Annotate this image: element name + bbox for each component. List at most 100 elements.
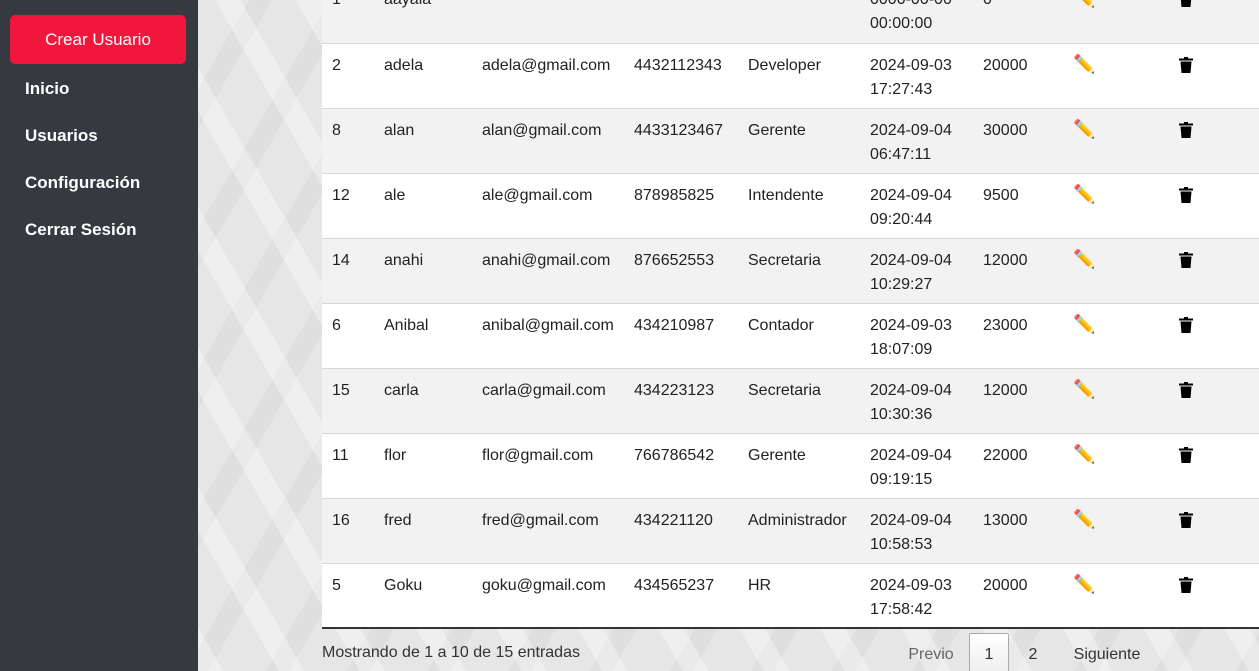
sidebar-item-usuarios[interactable]: Usuarios xyxy=(25,125,140,172)
cell-time: 09:20:44 xyxy=(870,210,933,228)
pencil-icon[interactable]: ✏️ xyxy=(1073,314,1095,334)
trash-icon[interactable] xyxy=(1179,316,1193,333)
cell-date: 2024-09-04 xyxy=(870,186,952,204)
trash-icon[interactable] xyxy=(1179,121,1193,138)
cell-delete xyxy=(1141,0,1259,43)
cell-edit: ✏️ xyxy=(1063,43,1141,108)
users-table-container: 1aayala 0000-00-00 00:00:00 0 ✏️ 2 adela adela@… xyxy=(322,0,1259,629)
cell-email: anahi@gmail.com xyxy=(482,251,611,269)
cell-id: 15 xyxy=(332,381,350,399)
trash-icon[interactable] xyxy=(1179,0,1193,7)
cell-id: 6 xyxy=(332,316,341,334)
pagination-previous[interactable]: Previo xyxy=(893,633,969,671)
cell-date: 2024-09-04 xyxy=(870,446,952,464)
cell-time: 00:00:00 xyxy=(870,15,933,32)
cell-phone: 4432112343 xyxy=(634,56,722,74)
table-row: 6 Anibal anibal@gmail.com 434210987 Contador… xyxy=(322,303,1259,368)
cell-salary: 13000 xyxy=(983,511,1028,529)
cell-delete xyxy=(1141,43,1259,108)
cell-role: HR xyxy=(748,576,772,594)
sidebar-item-inicio[interactable]: Inicio xyxy=(25,78,140,125)
cell-created: 2024-09-04 09:19:15 xyxy=(860,433,973,498)
cell-delete xyxy=(1141,563,1259,628)
table-row: 5 Goku goku@gmail.com 434565237 HR 2024-09-03… xyxy=(322,563,1259,628)
cell-id: 16 xyxy=(332,511,350,529)
cell-phone: 766786542 xyxy=(634,446,715,464)
cell-username: Anibal xyxy=(384,316,429,334)
cell-username: aayala xyxy=(374,0,472,43)
cell-email: alan@gmail.com xyxy=(482,121,602,139)
cell-phone: 876652553 xyxy=(634,251,715,269)
cell-salary: 30000 xyxy=(983,121,1028,139)
cell-edit: ✏️ xyxy=(1063,108,1141,173)
table-row: 16 fred fred@gmail.com 434221120 Administrad… xyxy=(322,498,1259,563)
cell-date: 2024-09-04 xyxy=(870,251,952,269)
cell-salary: 20000 xyxy=(983,576,1028,594)
cell-created: 2024-09-04 06:47:11 xyxy=(860,108,973,173)
cell-edit: ✏️ xyxy=(1063,433,1141,498)
cell-created: 2024-09-03 17:27:43 xyxy=(860,43,973,108)
cell-role: Developer xyxy=(748,56,821,74)
users-table: 1aayala 0000-00-00 00:00:00 0 ✏️ 2 adela adela@… xyxy=(322,0,1259,629)
trash-icon[interactable] xyxy=(1179,576,1193,593)
trash-icon[interactable] xyxy=(1179,381,1193,398)
cell-email: flor@gmail.com xyxy=(482,446,594,464)
pencil-icon[interactable]: ✏️ xyxy=(1073,444,1095,464)
cell-id: 11 xyxy=(332,446,349,464)
table-row: 2 adela adela@gmail.com 4432112343 Developer… xyxy=(322,43,1259,108)
pencil-icon[interactable]: ✏️ xyxy=(1073,119,1095,139)
pencil-icon[interactable]: ✏️ xyxy=(1073,509,1095,529)
cell-email: ale@gmail.com xyxy=(482,186,593,204)
cell-salary: 22000 xyxy=(983,446,1028,464)
cell-username: anahi xyxy=(384,251,424,269)
pencil-icon[interactable]: ✏️ xyxy=(1073,379,1095,399)
cell-role: Secretaria xyxy=(748,251,821,269)
sidebar-nav: Inicio Usuarios Configuración Cerrar Ses… xyxy=(25,78,140,266)
trash-icon[interactable] xyxy=(1179,56,1193,73)
cell-salary: 12000 xyxy=(983,381,1028,399)
cell-time: 10:29:27 xyxy=(870,275,933,293)
pencil-icon[interactable]: ✏️ xyxy=(1073,0,1095,8)
pencil-icon[interactable]: ✏️ xyxy=(1073,184,1095,204)
cell-email: anibal@gmail.com xyxy=(482,316,614,334)
cell-date: 2024-09-04 xyxy=(870,381,952,399)
cell-id: 12 xyxy=(332,186,350,204)
cell-id: 14 xyxy=(332,251,350,269)
cell-date: 2024-09-03 xyxy=(870,316,952,334)
cell-time: 10:58:53 xyxy=(870,535,933,553)
cell-id: 1 xyxy=(322,0,374,43)
trash-icon[interactable] xyxy=(1179,446,1193,463)
pencil-icon[interactable]: ✏️ xyxy=(1073,574,1095,594)
cell-role: Gerente xyxy=(748,446,806,464)
cell-phone: 4433123467 xyxy=(634,121,723,139)
pagination-next[interactable]: Siguiente xyxy=(1057,633,1157,671)
cell-delete xyxy=(1141,368,1259,433)
cell-date: 2024-09-04 xyxy=(870,511,952,529)
cell-phone xyxy=(624,0,738,43)
cell-email: carla@gmail.com xyxy=(482,381,606,399)
trash-icon[interactable] xyxy=(1179,186,1193,203)
sidebar-item-cerrar-sesion[interactable]: Cerrar Sesión xyxy=(25,219,140,266)
trash-icon[interactable] xyxy=(1179,251,1193,268)
cell-role: Administrador xyxy=(748,511,847,529)
create-user-button[interactable]: Crear Usuario xyxy=(10,15,186,64)
pagination-page-1[interactable]: 1 xyxy=(969,633,1009,671)
pagination-page-2[interactable]: 2 xyxy=(1009,633,1057,671)
cell-created: 0000-00-00 00:00:00 xyxy=(860,0,973,43)
cell-date: 2024-09-04 xyxy=(870,121,952,139)
cell-username: Goku xyxy=(384,576,423,594)
sidebar-item-configuracion[interactable]: Configuración xyxy=(25,172,140,219)
cell-username: carla xyxy=(384,381,419,399)
table-row: 1aayala 0000-00-00 00:00:00 0 ✏️ xyxy=(322,0,1259,43)
pencil-icon[interactable]: ✏️ xyxy=(1073,249,1095,269)
cell-time: 06:47:11 xyxy=(870,145,932,163)
trash-icon[interactable] xyxy=(1179,511,1193,528)
table-row: 8 alan alan@gmail.com 4433123467 Gerente 2024… xyxy=(322,108,1259,173)
cell-username: flor xyxy=(384,446,407,464)
cell-delete xyxy=(1141,108,1259,173)
cell-phone: 434565237 xyxy=(634,576,715,594)
cell-username: adela xyxy=(384,56,424,74)
cell-created: 2024-09-04 09:20:44 xyxy=(860,173,973,238)
cell-salary: 23000 xyxy=(983,316,1028,334)
pencil-icon[interactable]: ✏️ xyxy=(1073,54,1095,74)
